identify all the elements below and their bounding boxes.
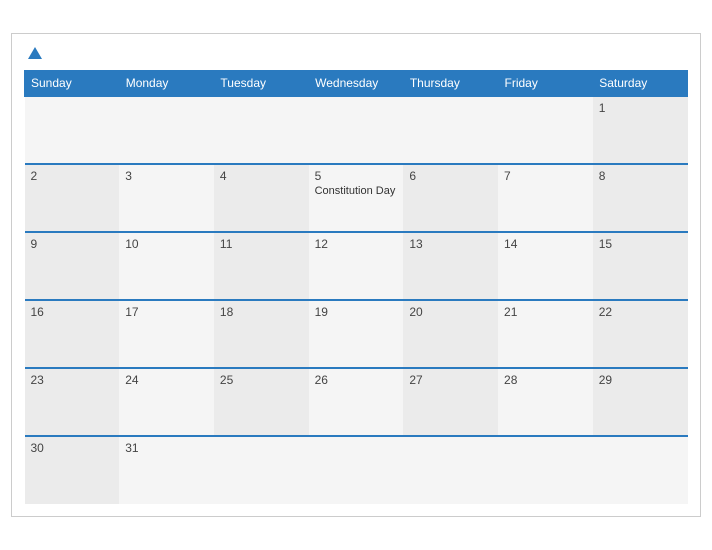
- calendar-header-row: SundayMondayTuesdayWednesdayThursdayFrid…: [25, 71, 688, 97]
- calendar-cell: [403, 96, 498, 164]
- calendar-cell: 22: [593, 300, 688, 368]
- day-number: 4: [220, 169, 303, 183]
- day-number: 22: [599, 305, 682, 319]
- day-event: Constitution Day: [315, 185, 398, 197]
- calendar-cell: [309, 436, 404, 504]
- calendar-week-row: 9 10 11 12 13 14 15: [25, 232, 688, 300]
- calendar-cell: 20: [403, 300, 498, 368]
- weekday-header-thursday: Thursday: [403, 71, 498, 97]
- calendar-cell: [498, 96, 593, 164]
- day-number: 26: [315, 373, 398, 387]
- day-number: 15: [599, 237, 682, 251]
- calendar-cell: 8: [593, 164, 688, 232]
- calendar-cell: [25, 96, 120, 164]
- calendar-week-row: 1: [25, 96, 688, 164]
- calendar-header: [24, 44, 688, 62]
- weekday-header-saturday: Saturday: [593, 71, 688, 97]
- calendar-cell: 27: [403, 368, 498, 436]
- calendar-cell: 29: [593, 368, 688, 436]
- day-number: 27: [409, 373, 492, 387]
- day-number: 14: [504, 237, 587, 251]
- day-number: 10: [125, 237, 208, 251]
- weekday-header-monday: Monday: [119, 71, 214, 97]
- calendar-container: SundayMondayTuesdayWednesdayThursdayFrid…: [11, 33, 701, 517]
- calendar-cell: 15: [593, 232, 688, 300]
- day-number: 8: [599, 169, 682, 183]
- calendar-cell: 3: [119, 164, 214, 232]
- calendar-cell: 16: [25, 300, 120, 368]
- calendar-cell: 25: [214, 368, 309, 436]
- calendar-cell: 6: [403, 164, 498, 232]
- day-number: 29: [599, 373, 682, 387]
- day-number: 16: [31, 305, 114, 319]
- calendar-cell: 19: [309, 300, 404, 368]
- calendar-cell: [214, 96, 309, 164]
- weekday-header-sunday: Sunday: [25, 71, 120, 97]
- calendar-week-row: 2345 Constitution Day 678: [25, 164, 688, 232]
- calendar-cell: 28: [498, 368, 593, 436]
- calendar-cell: 26: [309, 368, 404, 436]
- day-number: 17: [125, 305, 208, 319]
- calendar-cell: 10: [119, 232, 214, 300]
- day-number: 31: [125, 441, 208, 455]
- calendar-cell: 13: [403, 232, 498, 300]
- day-number: 30: [31, 441, 114, 455]
- calendar-cell: 23: [25, 368, 120, 436]
- calendar-cell: 7: [498, 164, 593, 232]
- weekday-header-friday: Friday: [498, 71, 593, 97]
- logo-triangle-icon: [28, 47, 42, 59]
- calendar-cell: [119, 96, 214, 164]
- day-number: 11: [220, 237, 303, 251]
- calendar-cell: 14: [498, 232, 593, 300]
- calendar-week-row: 30 31: [25, 436, 688, 504]
- calendar-cell: [498, 436, 593, 504]
- day-number: 5: [315, 169, 398, 183]
- day-number: 19: [315, 305, 398, 319]
- logo: [24, 44, 46, 62]
- calendar-week-row: 16 17 18 19 20 21 22: [25, 300, 688, 368]
- day-number: 28: [504, 373, 587, 387]
- calendar-cell: [214, 436, 309, 504]
- day-number: 23: [31, 373, 114, 387]
- calendar-cell: 9: [25, 232, 120, 300]
- day-number: 9: [31, 237, 114, 251]
- calendar-cell: 12: [309, 232, 404, 300]
- day-number: 21: [504, 305, 587, 319]
- day-number: 2: [31, 169, 114, 183]
- day-number: 13: [409, 237, 492, 251]
- calendar-cell: 17: [119, 300, 214, 368]
- calendar-cell: [593, 436, 688, 504]
- calendar-cell: 1: [593, 96, 688, 164]
- calendar-cell: [309, 96, 404, 164]
- calendar-cell: 4: [214, 164, 309, 232]
- calendar-cell: 18: [214, 300, 309, 368]
- calendar-table: SundayMondayTuesdayWednesdayThursdayFrid…: [24, 70, 688, 504]
- calendar-cell: 24: [119, 368, 214, 436]
- calendar-cell: 11: [214, 232, 309, 300]
- day-number: 3: [125, 169, 208, 183]
- calendar-cell: 5 Constitution Day: [309, 164, 404, 232]
- day-number: 24: [125, 373, 208, 387]
- calendar-cell: 30: [25, 436, 120, 504]
- calendar-cell: 2: [25, 164, 120, 232]
- day-number: 25: [220, 373, 303, 387]
- weekday-header-wednesday: Wednesday: [309, 71, 404, 97]
- day-number: 20: [409, 305, 492, 319]
- calendar-cell: 31: [119, 436, 214, 504]
- day-number: 12: [315, 237, 398, 251]
- calendar-cell: 21: [498, 300, 593, 368]
- day-number: 6: [409, 169, 492, 183]
- day-number: 1: [599, 101, 682, 115]
- day-number: 18: [220, 305, 303, 319]
- calendar-cell: [403, 436, 498, 504]
- weekday-header-tuesday: Tuesday: [214, 71, 309, 97]
- calendar-week-row: 23 24 25 26 27 28 29: [25, 368, 688, 436]
- day-number: 7: [504, 169, 587, 183]
